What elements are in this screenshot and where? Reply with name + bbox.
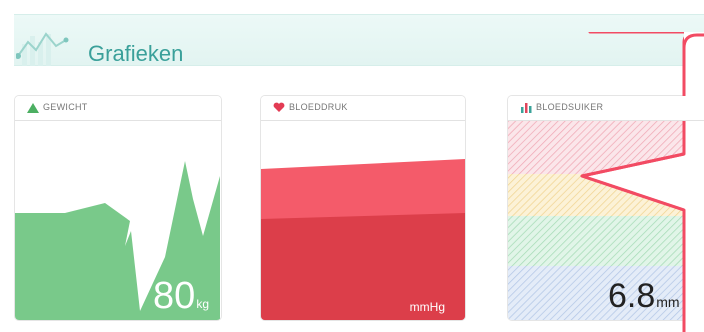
sugar-card-title: BLOEDSUIKER	[536, 102, 604, 112]
bp-unit: mmHg	[409, 300, 445, 314]
bp-chart: mmHg	[261, 121, 465, 320]
weight-unit: kg	[196, 297, 209, 311]
weight-card[interactable]: GEWICHT 80kg	[14, 95, 222, 321]
weight-value: 80kg	[153, 275, 209, 318]
weight-chart: 80kg	[15, 121, 221, 320]
bp-card-header: BLOEDDRUK	[261, 96, 465, 121]
weight-card-header: GEWICHT	[15, 96, 221, 121]
weight-card-title: GEWICHT	[43, 102, 88, 112]
weight-number: 80	[153, 275, 196, 317]
line-chart-icon	[16, 32, 69, 66]
section-title: Grafieken	[88, 41, 184, 66]
heart-icon	[273, 102, 285, 112]
blood-pressure-card[interactable]: BLOEDDRUK mmHg	[260, 95, 466, 321]
sugar-card-header: BLOEDSUIKER	[508, 96, 704, 121]
bp-area-chart	[261, 159, 465, 320]
speech-bubble-callout	[580, 32, 704, 332]
bp-card-title: BLOEDDRUK	[289, 102, 348, 112]
bar-chart-icon	[521, 103, 532, 113]
mountain-icon	[27, 103, 39, 113]
